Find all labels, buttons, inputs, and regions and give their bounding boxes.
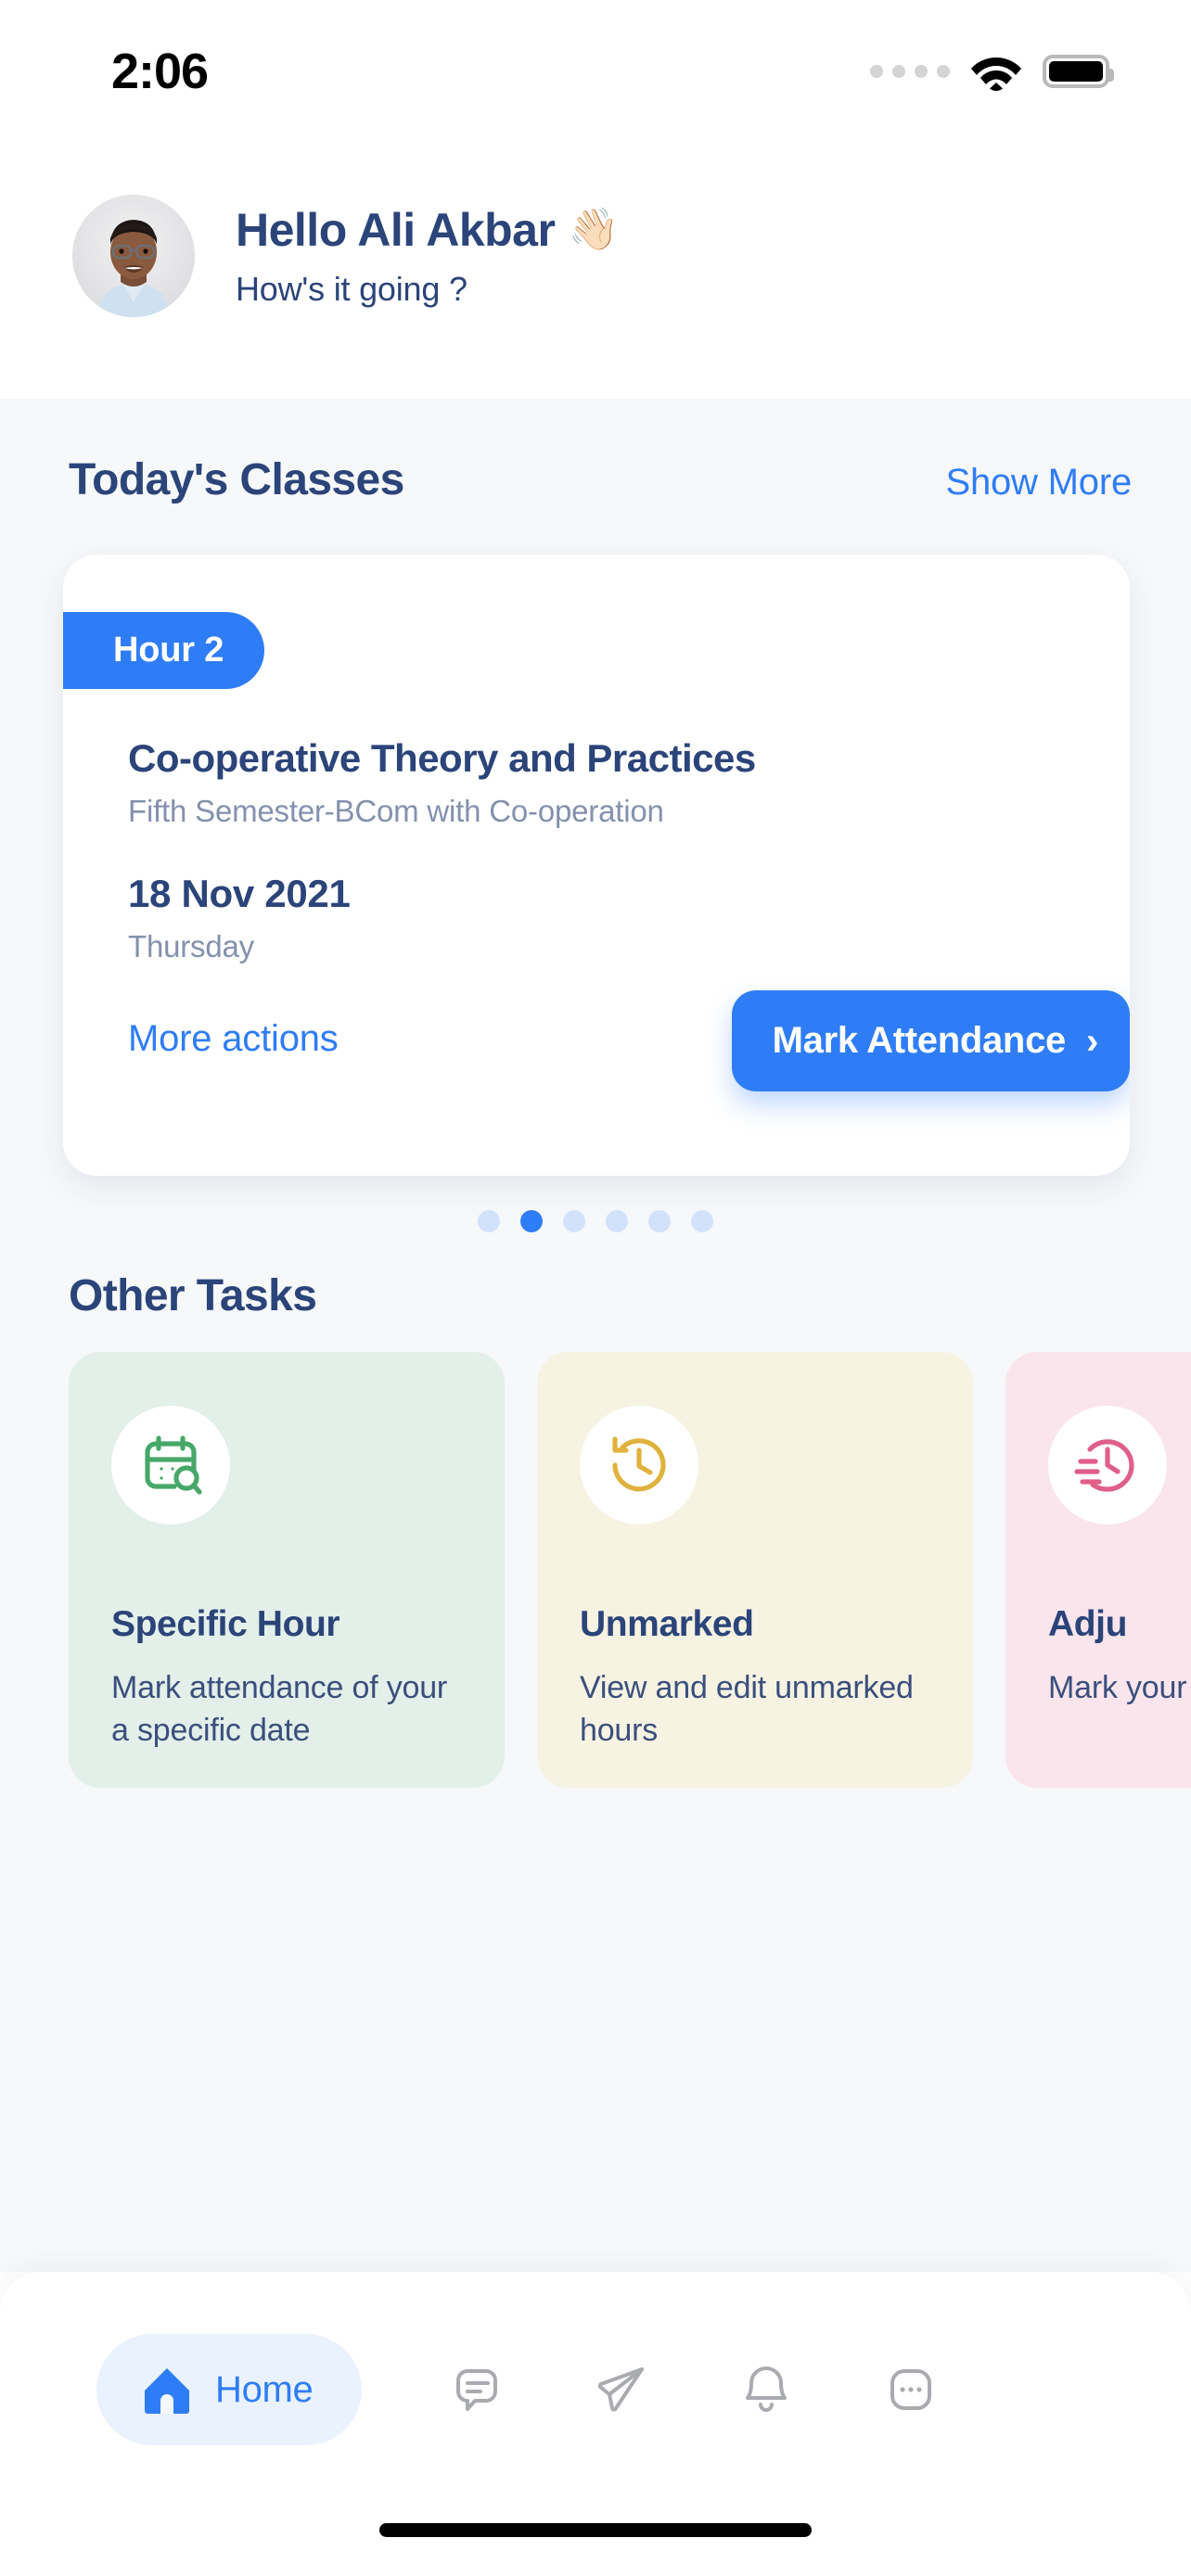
greeting-name: Hello Ali Akbar [236,204,556,256]
clock-speed-icon [1048,1406,1167,1524]
signal-dots-icon [870,65,950,78]
user-avatar-photo [72,195,195,317]
class-card[interactable]: Hour 2 Co-operative Theory and Practices… [63,555,1130,1176]
task-title: Adju [1048,1604,1128,1644]
hour-badge: Hour 2 [63,612,265,689]
task-card-adjustment[interactable]: Adju Mark your a [1005,1352,1191,1788]
wave-hand-icon: 👋🏻 [568,207,619,253]
mark-attendance-label: Mark Attendance [772,1020,1067,1061]
greeting-header: Hello Ali Akbar 👋🏻 How's it going ? [0,148,1191,399]
greeting-line: Hello Ali Akbar 👋🏻 [236,206,619,255]
bell-icon [745,2366,787,2412]
more-dots-icon [890,2369,931,2410]
nav-item-home[interactable]: Home [96,2334,362,2445]
pagination-dot[interactable] [478,1210,500,1232]
task-card-unmarked[interactable]: Unmarked View and edit unmarked hours [537,1352,973,1788]
pagination-dot-active[interactable] [520,1210,543,1232]
carousel-pagination[interactable] [0,1210,1191,1232]
bottom-nav-items: Home [0,2329,1191,2450]
pagination-dot[interactable] [563,1210,585,1232]
nav-item-more[interactable] [881,2360,941,2419]
chat-bubble-icon [455,2369,497,2411]
task-title: Unmarked [580,1604,754,1644]
pagination-dot[interactable] [691,1210,713,1232]
clock-rewind-icon [580,1406,698,1524]
nav-item-notifications[interactable] [736,2360,796,2419]
task-card-specific-hour[interactable]: Specific Hour Mark attendance of your a … [69,1352,505,1788]
task-description: Mark your a [1048,1670,1191,1705]
calendar-search-icon [111,1406,230,1524]
bottom-navigation: Home [0,2272,1191,2576]
greeting-subtitle: How's it going ? [236,269,467,308]
task-description: Mark attendance of your a specific date [111,1670,448,1748]
other-tasks-title: Other Tasks [69,1271,317,1320]
home-icon [145,2368,189,2414]
nav-home-label: Home [215,2368,314,2410]
main-content: Today's Classes Show More Hour 2 Co-oper… [0,399,1191,2272]
course-subtitle: Fifth Semester-BCom with Co-operation [128,794,664,828]
page-title: Today's Classes [69,455,404,504]
status-indicators [870,52,1114,91]
battery-full-icon [1043,55,1114,88]
nav-item-send[interactable] [592,2360,651,2419]
app-screen: 2:06 Hello Ali Akbar 👋🏻 How's it going ?… [0,0,1191,2576]
class-weekday: Thursday [128,929,254,963]
greeting-text-block: Hello Ali Akbar 👋🏻 How's it going ? [236,195,619,309]
show-more-link[interactable]: Show More [945,462,1132,504]
today-classes-header: Today's Classes Show More [0,399,1191,505]
home-indicator [379,2523,812,2537]
pagination-dot[interactable] [606,1210,628,1232]
class-date: 18 Nov 2021 [128,872,351,915]
status-bar: 2:06 [0,0,1191,148]
more-actions-link[interactable]: More actions [128,1018,339,1060]
other-tasks-row: Specific Hour Mark attendance of your a … [69,1352,1191,1788]
wifi-icon [971,57,1021,91]
status-time: 2:06 [111,44,209,99]
mark-attendance-button[interactable]: Mark Attendance › [731,990,1130,1091]
nav-item-messages[interactable] [447,2360,506,2419]
task-title: Specific Hour [111,1604,340,1644]
task-description: View and edit unmarked hours [580,1670,914,1748]
pagination-dot[interactable] [648,1210,671,1232]
course-title: Co-operative Theory and Practices [128,736,756,780]
avatar[interactable] [72,195,195,317]
send-icon [597,2367,644,2412]
chevron-right-icon: › [1085,1020,1098,1062]
